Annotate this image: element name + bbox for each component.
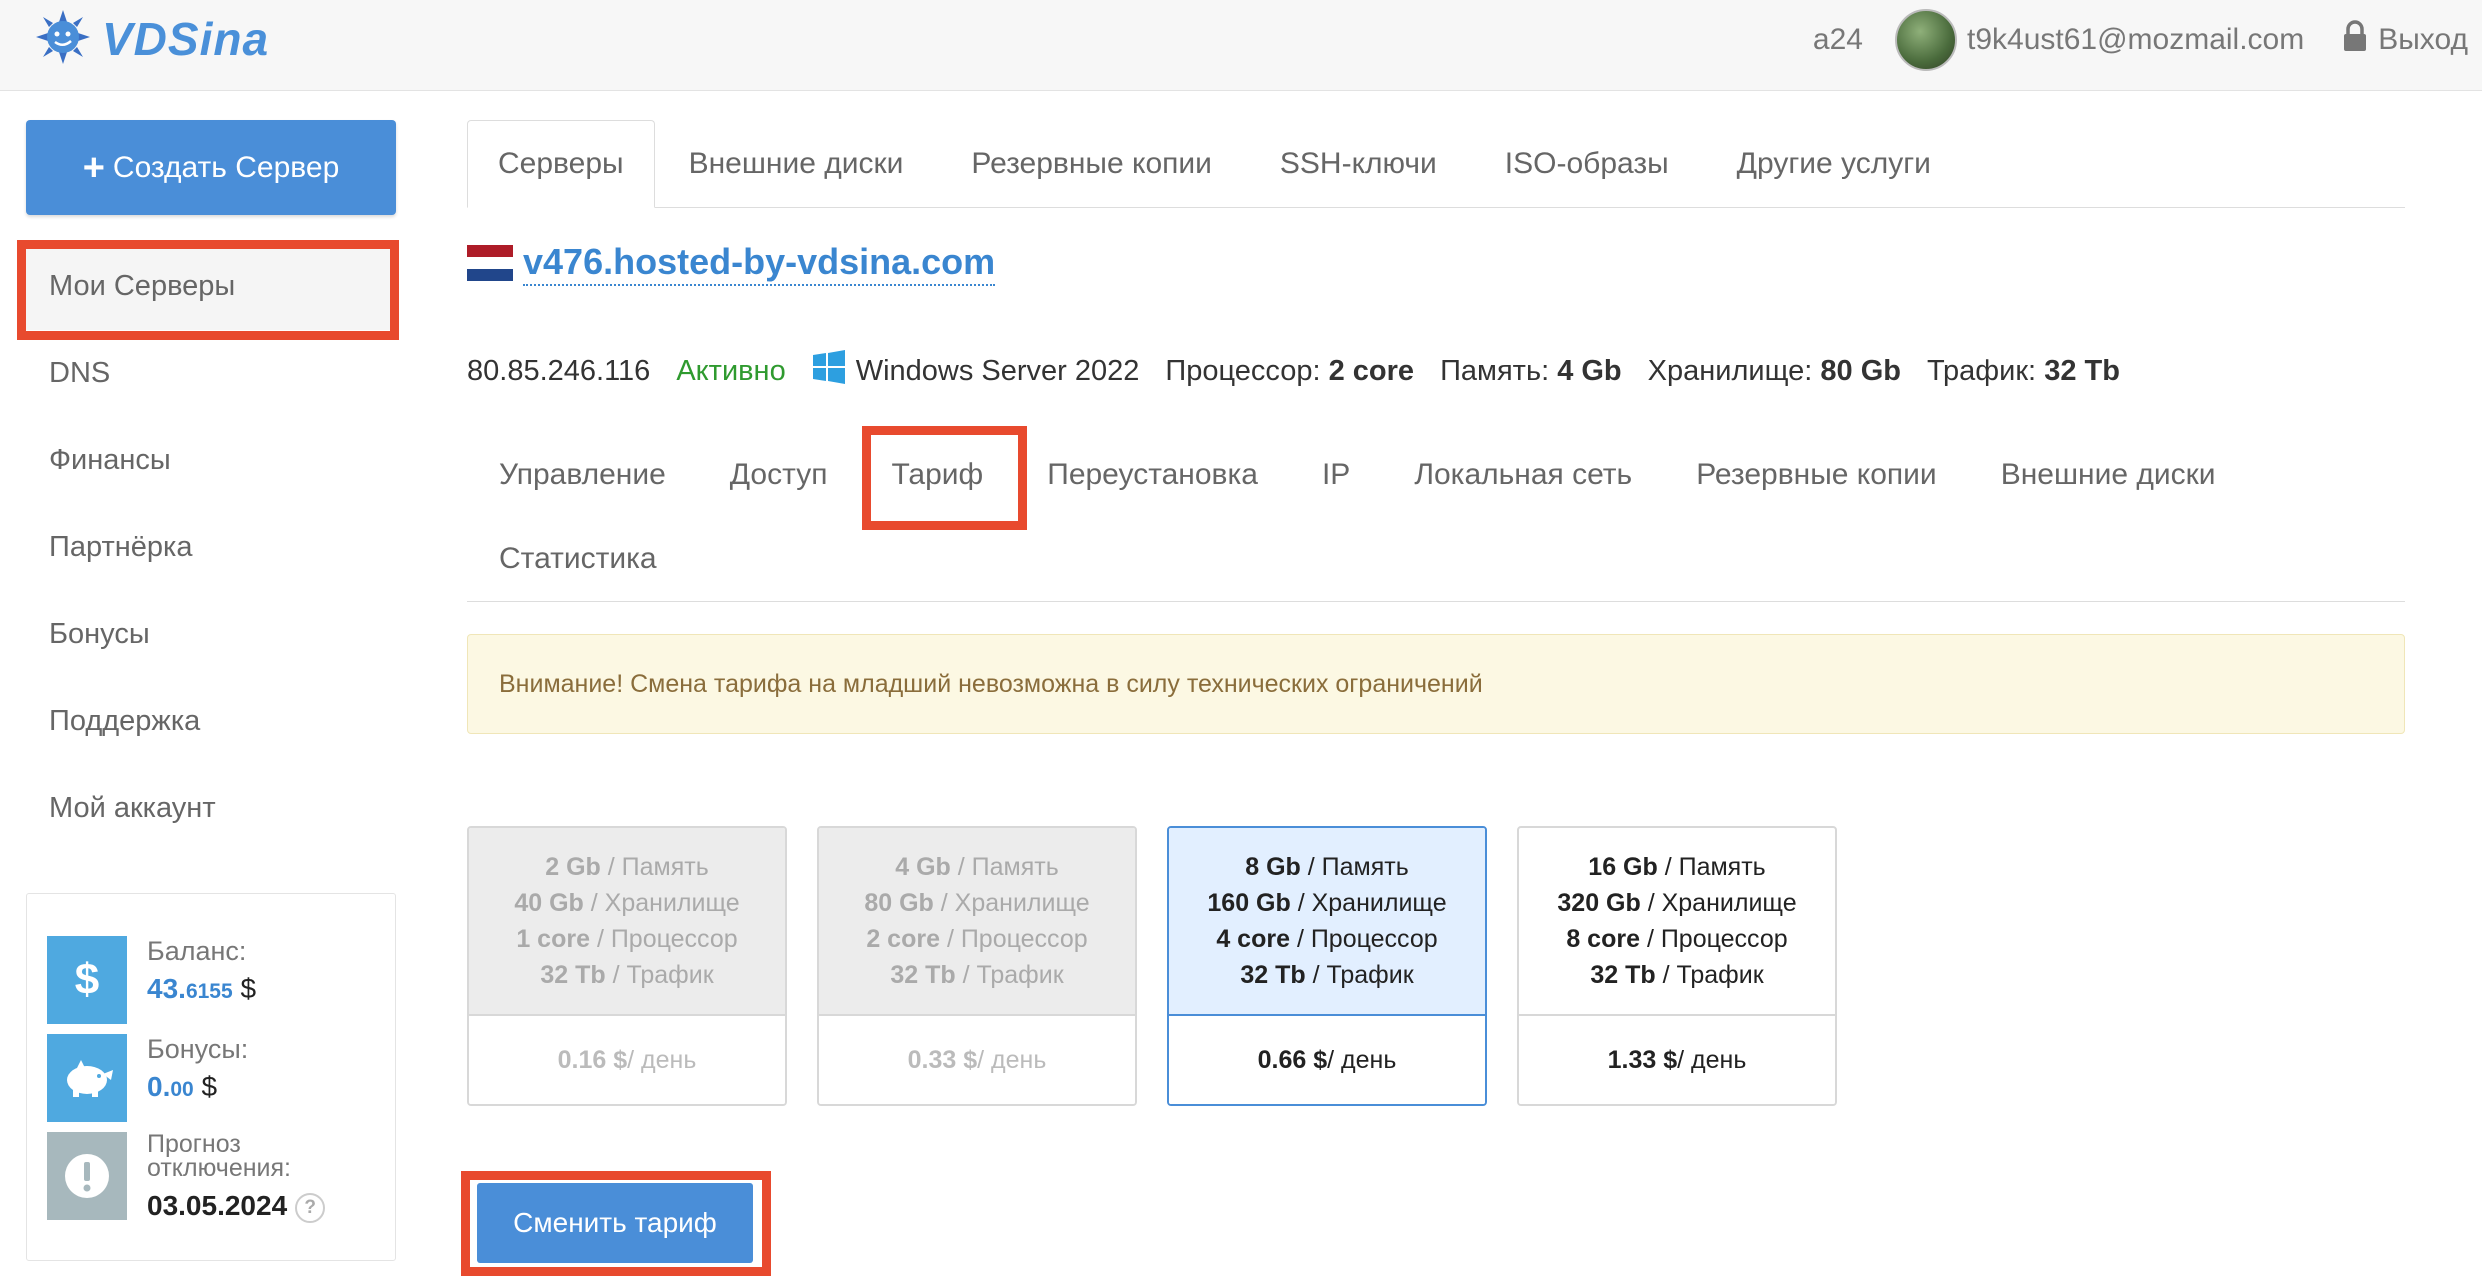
- top-tabs: Серверы Внешние диски Резервные копии SS…: [467, 120, 2405, 208]
- status-badge: Активно: [676, 354, 786, 387]
- server-info-line: 80.85.246.116 Активно Windows Server 202…: [467, 350, 2120, 392]
- balance-card: $ Баланс: 43.6155 $ Бонусы: 0.00 $ Прогн…: [26, 893, 396, 1261]
- plan-price: 1.33 $ / день: [1519, 1014, 1835, 1104]
- server-ip: 80.85.246.116: [467, 354, 651, 387]
- user-email[interactable]: t9k4ust61@mozmail.com: [1967, 23, 2304, 57]
- bonuses-value: 0.00 $: [147, 1071, 218, 1102]
- highlight-change-button: [461, 1171, 771, 1276]
- plan-price: 0.66 $ / день: [1169, 1014, 1485, 1104]
- forecast-value: 03.05.2024?: [147, 1190, 326, 1223]
- sidebar-item-label: Поддержка: [49, 705, 201, 737]
- dollar-icon: $: [47, 936, 127, 1024]
- logout-label: Выход: [2378, 23, 2468, 56]
- plan-card-4gb: 4 Gb / Память 80 Gb / Хранилище 2 core /…: [817, 826, 1137, 1106]
- highlight-my-servers: [17, 240, 399, 340]
- tab-management[interactable]: Управление: [467, 435, 698, 515]
- tab-servers[interactable]: Серверы: [467, 120, 655, 208]
- create-server-label: Создать Сервер: [112, 150, 340, 184]
- lock-icon: [2342, 20, 2368, 60]
- warning-alert: Внимание! Смена тарифа на младший невозм…: [467, 634, 2405, 734]
- sidebar-item-dns[interactable]: DNS: [26, 330, 396, 417]
- sidebar-item-support[interactable]: Поддержка: [26, 678, 396, 765]
- bonuses-row: Бонусы: 0.00 $: [47, 1034, 248, 1122]
- tab-backups[interactable]: Резервные копии: [937, 120, 1246, 208]
- plan-price: 0.33 $ / день: [819, 1014, 1135, 1104]
- header-user-area: a24 t9k4ust61@mozmail.com Выход: [1813, 0, 2468, 80]
- highlight-tariff-tab: [862, 426, 1027, 530]
- server-sub-tabs: Управление Доступ Тариф Переустановка IP…: [467, 435, 2405, 599]
- forecast-row: Прогноз отключения: 03.05.2024?: [47, 1130, 326, 1223]
- server-storage: Хранилище: 80 Gb: [1647, 354, 1901, 387]
- user-code: a24: [1812, 23, 1863, 56]
- plan-price: 0.16 $ / день: [469, 1014, 785, 1104]
- server-cpu: Процессор: 2 core: [1165, 354, 1415, 387]
- logout-link[interactable]: Выход: [2342, 20, 2468, 60]
- plan-card-2gb: 2 Gb / Память 40 Gb / Хранилище 1 core /…: [467, 826, 787, 1106]
- tab-iso-images[interactable]: ISO-образы: [1471, 120, 1703, 208]
- tab-ssh-keys[interactable]: SSH-ключи: [1246, 120, 1471, 208]
- sidebar-item-label: Мой аккаунт: [49, 792, 216, 824]
- logo-text: VDSina: [102, 13, 270, 65]
- tab-ip[interactable]: IP: [1290, 435, 1382, 515]
- tab-local-network[interactable]: Локальная сеть: [1382, 435, 1664, 515]
- sidebar-item-finance[interactable]: Финансы: [26, 417, 396, 504]
- piggy-bank-icon: [47, 1034, 127, 1122]
- logo-sun-icon: [34, 8, 92, 71]
- tab-statistics[interactable]: Статистика: [467, 519, 689, 599]
- sidebar-item-bonuses[interactable]: Бонусы: [26, 591, 396, 678]
- balance-row: $ Баланс: 43.6155 $: [47, 936, 256, 1024]
- bonuses-label: Бонусы:: [147, 1034, 249, 1064]
- create-server-button[interactable]: + Создать Сервер: [26, 120, 396, 215]
- balance-label: Баланс:: [147, 936, 247, 966]
- exclamation-icon: [47, 1132, 127, 1220]
- logo[interactable]: VDSina: [34, 4, 269, 74]
- server-hostname[interactable]: v476.hosted-by-vdsina.com: [523, 240, 996, 286]
- sidebar-item-account[interactable]: Мой аккаунт: [26, 765, 396, 852]
- plans-list: 2 Gb / Память 40 Gb / Хранилище 1 core /…: [467, 826, 1867, 1106]
- sidebar-item-label: Бонусы: [49, 618, 150, 650]
- sidebar-item-label: DNS: [49, 357, 111, 389]
- sidebar-item-partners[interactable]: Партнёрка: [26, 504, 396, 591]
- server-title: v476.hosted-by-vdsina.com: [467, 240, 996, 286]
- balance-value: 43.6155 $: [147, 973, 257, 1004]
- tab-external-disks[interactable]: Внешние диски: [655, 120, 938, 208]
- sidebar-item-label: Финансы: [49, 444, 171, 476]
- server-os: Windows Server 2022: [855, 354, 1140, 387]
- tab-other-services[interactable]: Другие услуги: [1703, 120, 1965, 208]
- tab-access[interactable]: Доступ: [698, 435, 860, 515]
- server-traffic: Трафик: 32 Tb: [1926, 354, 2120, 387]
- server-memory: Память: 4 Gb: [1440, 354, 1622, 387]
- plan-card-16gb[interactable]: 16 Gb / Память 320 Gb / Хранилище 8 core…: [1517, 826, 1837, 1106]
- plus-icon: +: [82, 146, 105, 189]
- tab-server-backups[interactable]: Резервные копии: [1664, 435, 1969, 515]
- plan-card-8gb[interactable]: 8 Gb / Память 160 Gb / Хранилище 4 core …: [1167, 826, 1487, 1106]
- avatar[interactable]: [1894, 9, 1957, 71]
- tab-server-external-disks[interactable]: Внешние диски: [1969, 435, 2248, 515]
- windows-icon: [812, 350, 846, 392]
- page: VDSina a24 t9k4ust61@mozmail.com Выход +…: [0, 0, 2482, 1284]
- forecast-label: Прогноз отключения:: [147, 1130, 291, 1182]
- tab-reinstall[interactable]: Переустановка: [1015, 435, 1290, 515]
- help-icon[interactable]: ?: [295, 1192, 326, 1223]
- top-header: VDSina a24 t9k4ust61@mozmail.com Выход: [0, 0, 2482, 91]
- sidebar-item-label: Партнёрка: [49, 531, 193, 563]
- divider: [467, 601, 2405, 602]
- netherlands-flag-icon: [467, 245, 513, 281]
